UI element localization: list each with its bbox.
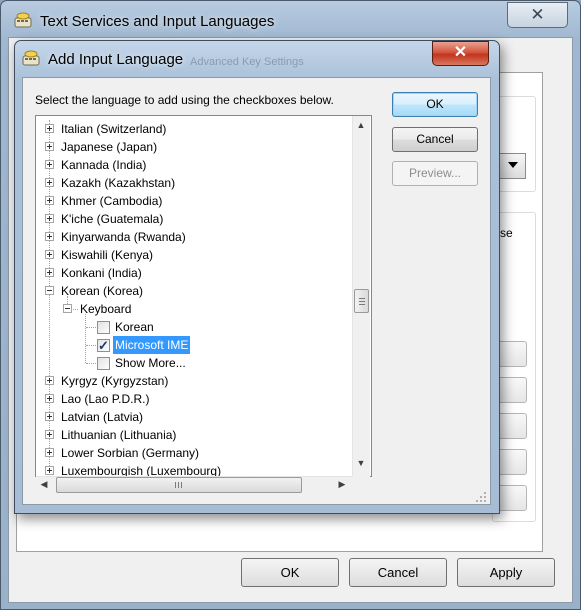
expand-icon[interactable] <box>45 376 54 385</box>
tree-item-language[interactable]: Kazakh (Kazakhstan) <box>36 174 356 192</box>
checkbox-show-more[interactable] <box>97 357 110 370</box>
expand-icon[interactable] <box>45 178 54 187</box>
language-tree[interactable]: Italian (Switzerland) Japanese (Japan) K… <box>35 115 372 477</box>
scroll-down-arrow-icon[interactable]: ▼ <box>353 458 369 468</box>
tree-item-language[interactable]: Kinyarwanda (Rwanda) <box>36 228 356 246</box>
expand-icon[interactable] <box>45 232 54 241</box>
expand-icon[interactable] <box>45 214 54 223</box>
expand-icon[interactable] <box>45 430 54 439</box>
ok-button[interactable]: OK <box>392 92 478 117</box>
tree-rows: Italian (Switzerland) Japanese (Japan) K… <box>36 120 356 476</box>
tree-item-language[interactable]: Kannada (India) <box>36 156 356 174</box>
collapse-icon[interactable] <box>45 286 54 295</box>
tree-item-language[interactable]: Lao (Lao P.D.R.) <box>36 390 356 408</box>
background-tab-label: Advanced Key Settings <box>190 56 304 68</box>
tree-item-language[interactable]: Lower Sorbian (Germany) <box>36 444 356 462</box>
tree-item-language[interactable]: Lithuanian (Lithuania) <box>36 426 356 444</box>
chevron-down-icon <box>508 162 518 168</box>
preview-button[interactable]: Preview... <box>392 161 478 186</box>
tree-item-language[interactable]: Japanese (Japan) <box>36 138 356 156</box>
scroll-corner <box>352 476 370 494</box>
window-title: Text Services and Input Languages <box>40 13 275 30</box>
checkbox-microsoft-ime[interactable] <box>97 337 110 355</box>
horizontal-scroll-thumb[interactable] <box>56 477 302 493</box>
expand-icon[interactable] <box>45 448 54 457</box>
expand-icon[interactable] <box>45 196 54 205</box>
tree-item-keyboard-option[interactable]: Korean <box>36 318 356 336</box>
dialog-title: Add Input Language <box>48 51 184 68</box>
expand-icon[interactable] <box>45 124 54 133</box>
tree-item-keyboard[interactable]: Keyboard <box>36 300 356 363</box>
scroll-right-arrow-icon[interactable]: ▶ <box>336 479 348 490</box>
keyboard-language-icon <box>22 50 40 66</box>
tree-item-language[interactable]: Luxembourgish (Luxembourg) <box>36 462 356 476</box>
tree-item-language[interactable]: K'iche (Guatemala) <box>36 210 356 228</box>
tree-item-language[interactable]: Konkani (India) <box>36 264 356 282</box>
cancel-button[interactable]: Cancel <box>392 127 478 152</box>
scroll-left-arrow-icon[interactable]: ◀ <box>38 479 50 490</box>
cancel-button[interactable]: Cancel <box>349 558 447 587</box>
tree-item-language[interactable]: Kiswahili (Kenya) <box>36 246 356 264</box>
expand-icon[interactable] <box>45 142 54 151</box>
expand-icon[interactable] <box>45 268 54 277</box>
expand-icon[interactable] <box>45 394 54 403</box>
tree-item-keyboard-option[interactable]: Show More... <box>36 354 356 372</box>
tree-item-language[interactable]: Italian (Switzerland) <box>36 120 356 138</box>
close-button[interactable]: ✕ <box>507 2 568 28</box>
expand-icon[interactable] <box>45 160 54 169</box>
tree-item-language[interactable]: Khmer (Cambodia) <box>36 192 356 210</box>
ok-button[interactable]: OK <box>241 558 339 587</box>
expand-icon[interactable] <box>45 466 54 475</box>
expand-icon[interactable] <box>45 412 54 421</box>
scroll-up-arrow-icon[interactable]: ▲ <box>353 120 369 130</box>
tree-item-language[interactable]: Latvian (Latvia) <box>36 408 356 426</box>
expand-icon[interactable] <box>45 250 54 259</box>
checkbox-korean[interactable] <box>97 321 110 334</box>
tree-item-keyboard-option-selected[interactable]: Microsoft IME <box>36 336 356 355</box>
tree-item-language-expanded[interactable]: Korean (Korea) <box>36 282 356 310</box>
close-button[interactable]: ✕ <box>432 41 489 66</box>
apply-button[interactable]: Apply <box>457 558 555 587</box>
keyboard-language-icon <box>14 12 32 28</box>
resize-grip-icon[interactable] <box>474 490 488 504</box>
instruction-text: Select the language to add using the che… <box>35 93 334 107</box>
collapse-icon[interactable] <box>63 304 72 313</box>
tree-item-language[interactable]: Kyrgyz (Kyrgyzstan) <box>36 372 356 390</box>
truncated-label: se <box>500 226 513 240</box>
vertical-scroll-thumb[interactable] <box>354 289 369 313</box>
